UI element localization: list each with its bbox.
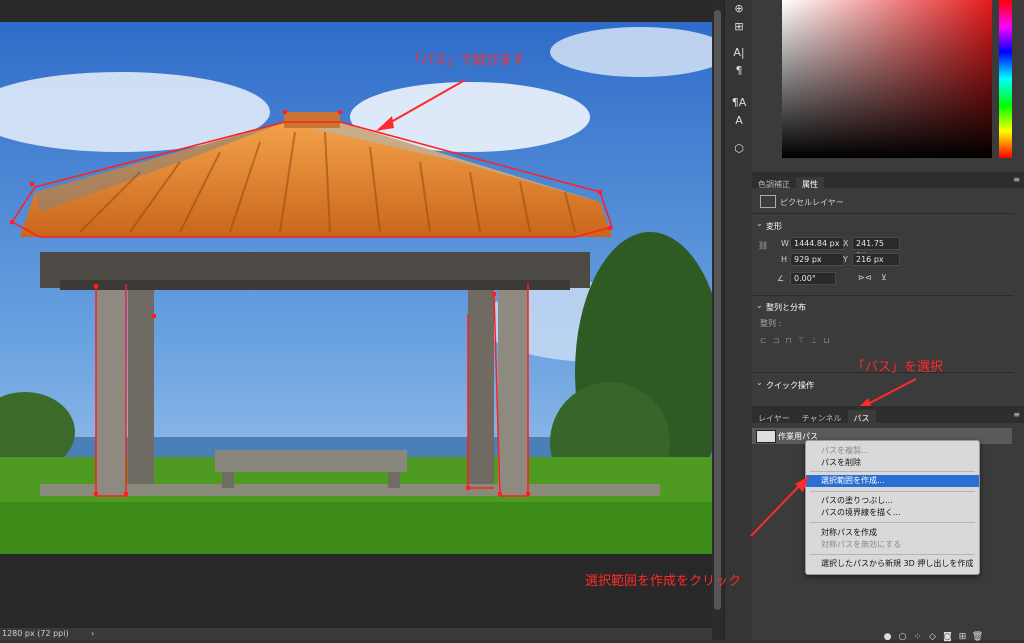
menu-delete-path[interactable]: パスを削除 <box>806 457 979 469</box>
brush-preset-icon[interactable]: ⊞ <box>730 18 748 36</box>
document-canvas[interactable]: 「パス」で結びます <box>0 0 712 628</box>
panel-menu-icon[interactable]: ≡ <box>1013 406 1020 423</box>
annotation-right: 「パス」を選択 <box>852 360 944 375</box>
divider <box>752 295 1014 296</box>
stroke-circle-icon[interactable]: ○ <box>895 632 910 642</box>
status-arrow-icon[interactable]: › <box>91 629 94 638</box>
align-buttons[interactable]: ⊏⊐⊓⊤⊥⊔ <box>760 336 836 345</box>
menu-stroke-path[interactable]: パスの境界線を描く... <box>806 507 979 519</box>
chevron-down-icon[interactable]: ⌄ <box>756 219 763 228</box>
fill-circle-icon[interactable]: ● <box>880 632 895 642</box>
h-label: H <box>781 255 788 264</box>
menu-make-selection[interactable]: 選択範囲を作成... <box>806 475 979 487</box>
photo-image <box>0 22 712 554</box>
character-style-icon[interactable]: A <box>730 112 748 130</box>
path-context-menu: パスを複製... パスを削除 選択範囲を作成... パスの塗りつぶし... パス… <box>805 440 980 575</box>
tab-layers[interactable]: レイヤー <box>752 410 796 427</box>
document-size-text: 1280 px (72 ppi) <box>2 629 69 638</box>
menu-separator <box>810 491 975 492</box>
menu-separator <box>810 554 975 555</box>
y-field[interactable]: 216 px <box>852 253 900 266</box>
selection-to-path-icon[interactable]: ⁘ <box>910 632 925 642</box>
menu-make-symmetry-path[interactable]: 対称パスを作成 <box>806 527 979 539</box>
align-sub-label: 整列 : <box>760 319 782 328</box>
paragraph-style-icon[interactable]: ¶A <box>730 94 748 112</box>
gazebo-photo <box>0 22 712 554</box>
quick-actions-title: クイック操作 <box>766 381 814 390</box>
annotation-top: 「パス」で結びます <box>408 53 526 68</box>
layers-tabbar: レイヤー チャンネル パス ≡ <box>752 406 1024 427</box>
tab-properties[interactable]: 属性 <box>796 177 824 193</box>
chevron-down-icon[interactable]: ⌄ <box>756 378 763 387</box>
annotation-bottom: 選択範囲を作成をクリック <box>585 574 742 589</box>
link-icon[interactable]: ⛓ <box>758 241 768 263</box>
layer-type-label: ピクセルレイヤー <box>780 198 844 207</box>
new-path-icon[interactable]: ⊞ <box>955 632 970 642</box>
chevron-down-icon[interactable]: ⌄ <box>756 301 763 310</box>
align-title: 整列と分布 <box>766 303 806 312</box>
angle-icon: ∠ <box>777 274 785 283</box>
tab-paths[interactable]: パス <box>847 410 876 427</box>
annotation-arrow-top <box>376 79 466 131</box>
width-field[interactable]: 1444.84 px <box>790 237 844 250</box>
pixel-layer-icon <box>760 195 776 208</box>
tab-channels[interactable]: チャンネル <box>796 410 848 427</box>
menu-separator <box>810 471 975 472</box>
hue-slider[interactable] <box>999 0 1012 158</box>
transform-title: 変形 <box>766 222 782 231</box>
properties-tabbar: 色調補正 属性 ≡ <box>752 172 1024 193</box>
x-field[interactable]: 241.75 px <box>852 237 900 259</box>
status-bar: 1280 px (72 ppi) › <box>0 628 712 640</box>
trash-icon[interactable]: 🗑 <box>970 632 985 642</box>
menu-disable-symmetry[interactable]: 対称パスを無効にする <box>806 539 979 551</box>
3d-cube-icon[interactable]: ⬡ <box>730 140 748 158</box>
path-from-selection-icon[interactable]: ◇ <box>925 632 940 642</box>
y-label: Y <box>843 255 848 264</box>
menu-duplicate-path[interactable]: パスを複製... <box>806 445 979 457</box>
panel-toolstrip: ⊕ ⊞ A| ¶ ¶A A ⬡ <box>724 0 753 640</box>
w-label: W <box>781 239 789 248</box>
menu-separator <box>810 522 975 523</box>
paragraph-icon[interactable]: ¶ <box>730 62 748 80</box>
mask-icon[interactable]: ◙ <box>940 632 955 642</box>
color-picker-field[interactable] <box>782 0 992 158</box>
x-label: X <box>843 239 849 248</box>
menu-new-3d-extrusion[interactable]: 選択したパスから新規 3D 押し出しを作成 <box>806 558 979 570</box>
scrollbar-thumb[interactable] <box>714 10 721 610</box>
divider <box>752 213 1014 214</box>
annotation-arrow-bottom <box>750 476 809 537</box>
path-thumbnail <box>756 430 776 443</box>
vertical-scrollbar[interactable] <box>712 0 724 640</box>
flip-horizontal-icon[interactable]: ⊳⊲ <box>858 273 871 282</box>
height-field[interactable]: 929 px <box>790 253 844 266</box>
panel-menu-icon[interactable]: ≡ <box>1013 172 1020 188</box>
text-tool-icon[interactable]: A| <box>730 44 748 62</box>
angle-field[interactable]: 0.00° <box>790 272 836 285</box>
paths-footer-icons: ● ○ ⁘ ◇ ◙ ⊞ 🗑 <box>880 624 1010 642</box>
flip-vertical-icon[interactable]: ⊻ <box>881 273 887 282</box>
menu-fill-path[interactable]: パスの塗りつぶし... <box>806 495 979 507</box>
stamp-icon[interactable]: ⊕ <box>730 0 748 18</box>
tab-adjustments[interactable]: 色調補正 <box>752 177 796 193</box>
